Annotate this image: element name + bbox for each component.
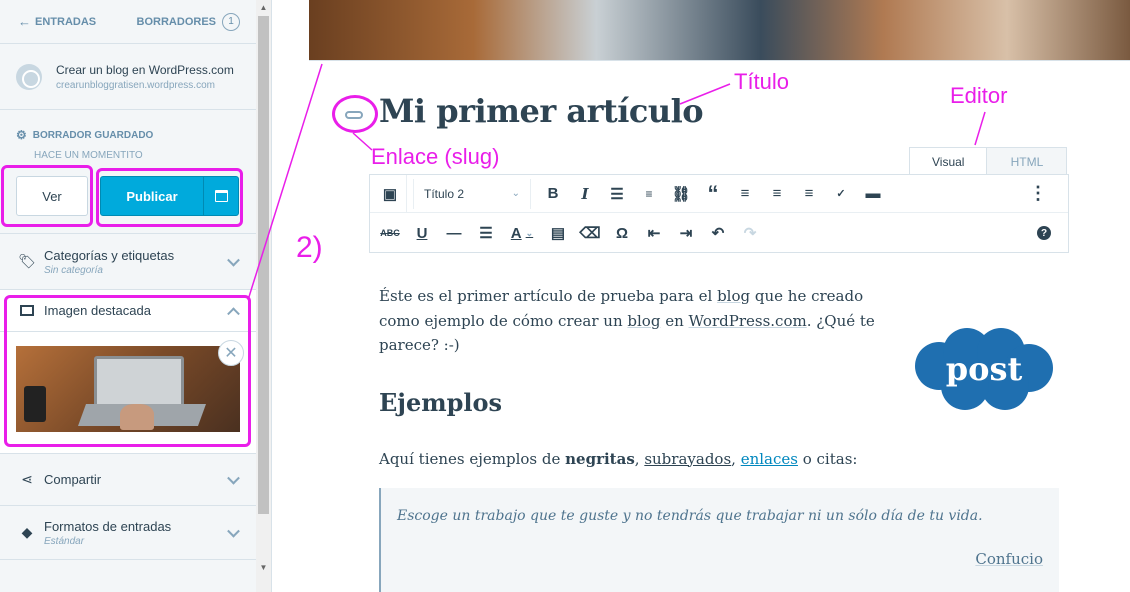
scroll-down-arrow[interactable]: ▼ [256, 560, 271, 574]
back-to-posts-link[interactable]: ← ENTRADAS [18, 14, 96, 29]
outdent-icon[interactable]: ⇤ [638, 218, 670, 248]
bold-icon[interactable]: B [537, 179, 569, 209]
annotation-box-featured-image [4, 295, 251, 447]
globe-icon [16, 63, 42, 90]
format-select[interactable]: Título 2 ⌄ [413, 178, 531, 209]
gear-icon: ⚙ [16, 128, 27, 142]
site-info: Crear un blog en WordPress.com crearunbl… [0, 44, 256, 110]
paragraph: Aquí tienes ejemplos de negritas, subray… [379, 449, 858, 468]
chevron-down-icon: ⌄ [511, 188, 520, 199]
scroll-up-arrow[interactable]: ▲ [256, 0, 271, 14]
section-label: Categorías y etiquetas [44, 247, 175, 263]
section-sub: Sin categoría [44, 264, 103, 276]
sidebar-scrollbar[interactable]: ▲ ▼ [256, 0, 271, 592]
scroll-thumb[interactable] [258, 16, 269, 514]
annotation-slug-label: Enlace (slug) [371, 144, 500, 169]
strikethrough-icon[interactable]: ABC [374, 218, 406, 248]
section-label: Compartir [44, 472, 102, 487]
post-formats-section[interactable]: ◆ Formatos de entradas Estándar [0, 506, 256, 560]
categories-tags-section[interactable]: 🏷 Categorías y etiquetas Sin categoría [0, 234, 256, 290]
indent-icon[interactable]: ⇥ [670, 218, 702, 248]
annotation-title-label: Título [734, 69, 790, 94]
share-icon: ⋖ [21, 471, 33, 487]
sidebar-header: ← ENTRADAS BORRADORES 1 [0, 0, 256, 44]
post-title[interactable]: Mi primer artículo [379, 92, 704, 130]
status-label: BORRADOR GUARDADO [32, 129, 154, 141]
clear-formatting-icon[interactable]: ⌫ [574, 218, 606, 248]
logo-text: post [946, 350, 1023, 388]
section-sub: Estándar [44, 535, 85, 547]
arrow-left-icon: ← [18, 14, 31, 29]
annotation-circle-slug [332, 95, 378, 133]
undo-icon[interactable]: ↶ [702, 218, 734, 248]
horizontal-rule-icon[interactable]: — [438, 218, 470, 248]
drafts-count-badge: 1 [222, 12, 240, 31]
blockquote-icon[interactable]: “ [697, 179, 729, 209]
site-title: Crear un blog en WordPress.com [56, 62, 234, 77]
bullet-list-icon[interactable]: ☰ [601, 179, 633, 209]
chevron-down-icon [227, 524, 240, 538]
paste-text-icon[interactable]: ▤ [542, 218, 574, 248]
site-url: crearunbloggratisen.wordpress.com [56, 79, 215, 91]
annotation-box-publish [96, 168, 243, 227]
tab-html[interactable]: HTML [987, 147, 1068, 175]
format-select-value: Título 2 [424, 186, 465, 201]
underline-icon[interactable]: U [406, 218, 438, 248]
chevron-down-icon [227, 253, 240, 267]
drafts-link[interactable]: BORRADORES 1 [136, 12, 240, 31]
shapes-icon: ◆ [21, 524, 33, 540]
back-label: ENTRADAS [35, 15, 97, 28]
featured-image-banner [309, 0, 1130, 60]
annotation-box-view [1, 165, 93, 227]
blockquote: Escoge un trabajo que te guste y no tend… [379, 488, 1059, 592]
tab-visual[interactable]: Visual [909, 147, 988, 175]
share-section[interactable]: ⋖ Compartir [0, 454, 256, 506]
annotation-step-label: 2) [296, 231, 323, 264]
annotation-editor-label: Editor [950, 83, 1008, 108]
content-link[interactable]: enlaces [741, 450, 798, 468]
align-right-icon[interactable]: ≡ [793, 179, 825, 209]
editor-toolbar: ▣ Título 2 ⌄ B I ☰ ≡ ⛓ “ ≡ ≡ ≡ ✓ ▬ ⋮ ABC … [369, 174, 1069, 253]
help-icon[interactable]: ? [1028, 218, 1060, 248]
quote-author: Confucio [975, 550, 1043, 568]
tag-icon: 🏷 [18, 253, 36, 269]
align-left-icon[interactable]: ≡ [729, 179, 761, 209]
section-label: Formatos de entradas [44, 518, 172, 534]
chevron-down-icon [227, 471, 240, 485]
status-time: HACE UN MOMENTITO [34, 150, 143, 161]
align-center-icon[interactable]: ≡ [761, 179, 793, 209]
more-options-icon[interactable]: ⋮ [1022, 179, 1054, 209]
paragraph: Éste es el primer artículo de prueba par… [379, 287, 875, 354]
add-media-icon[interactable]: ▣ [374, 179, 406, 209]
italic-icon[interactable]: I [569, 179, 601, 209]
read-more-icon[interactable]: ▬ [857, 179, 889, 209]
editor-mode-tabs: Visual HTML [909, 147, 1068, 175]
spellcheck-icon[interactable]: ✓ [825, 179, 857, 209]
redo-icon[interactable]: ↷ [734, 218, 766, 248]
special-character-icon[interactable]: Ω [606, 218, 638, 248]
drafts-label: BORRADORES [136, 15, 216, 28]
post-logo-image: post [909, 326, 1059, 414]
quote-text: Escoge un trabajo que te guste y no tend… [397, 508, 983, 524]
numbered-list-icon[interactable]: ≡ [633, 179, 665, 209]
link-icon[interactable]: ⛓ [665, 179, 697, 209]
justify-icon[interactable]: ☰ [470, 218, 502, 248]
text-color-icon[interactable]: A ⌄ [502, 218, 542, 248]
